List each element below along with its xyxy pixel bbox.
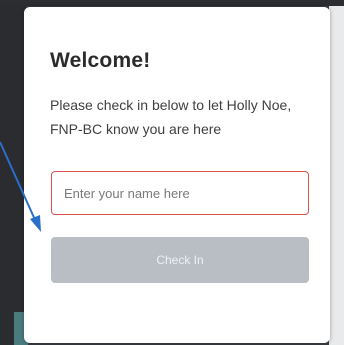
name-input[interactable] (51, 171, 309, 215)
backdrop-left-panel (0, 0, 26, 345)
modal-title: Welcome! (50, 49, 151, 72)
modal-message: Please check in below to let Holly Noe, … (50, 97, 292, 137)
check-in-button[interactable]: Check In (51, 237, 309, 283)
checkin-modal: Welcome! Please check in below to let Ho… (24, 7, 330, 343)
backdrop-top-strip (0, 0, 344, 6)
backdrop-right-panel (329, 6, 344, 345)
